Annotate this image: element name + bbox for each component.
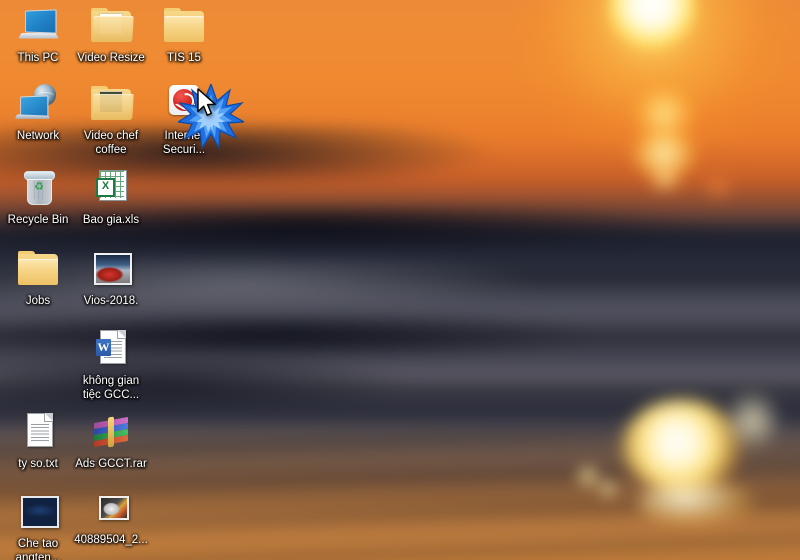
recycle-bin-icon: ♻: [14, 164, 62, 212]
folder-icon: [160, 2, 208, 50]
desktop-icon-label: Jobs: [25, 295, 51, 307]
winrar-archive-icon: [87, 408, 135, 456]
desktop-icon-label: This PC: [17, 52, 59, 64]
desktop-icon-recycle-bin[interactable]: ♻ Recycle Bin: [0, 164, 76, 228]
text-file-icon: [14, 408, 62, 456]
image-thumbnail-icon: [87, 492, 135, 532]
picture-folder-icon: [87, 80, 135, 128]
desktop-icon-label: không gian tiệc GCC...: [82, 375, 140, 401]
folder-icon: [14, 245, 62, 293]
desktop-icon-ty-so-txt[interactable]: ty so.txt: [0, 408, 76, 472]
desktop-icon-label: Recycle Bin: [7, 214, 69, 226]
desktop-icon-label: ty so.txt: [18, 458, 58, 470]
desktop-icon-this-pc[interactable]: This PC: [0, 2, 76, 66]
desktop-icon-tis-15[interactable]: TIS 15: [146, 2, 222, 66]
image-thumbnail-icon: [87, 245, 135, 293]
desktop-icon-video-resize[interactable]: Video Resize: [73, 2, 149, 66]
desktop-icon-network[interactable]: Network: [0, 80, 76, 144]
trend-micro-shield-icon: [160, 80, 208, 128]
desktop-icon-img-40889504[interactable]: 40889504_2...: [73, 492, 149, 548]
desktop-icon-khong-gian-tiec-gcc[interactable]: W không gian tiệc GCC...: [73, 325, 149, 402]
word-file-icon: W: [87, 325, 135, 373]
image-thumbnail-icon: [14, 488, 62, 536]
open-folder-icon: [87, 2, 135, 50]
excel-file-icon: X: [87, 164, 135, 212]
desktop-icon-jobs[interactable]: Jobs: [0, 245, 76, 309]
network-icon: [14, 80, 62, 128]
desktop-icon-label: Vios-2018.: [83, 295, 139, 307]
desktop-icon-label: Video chef coffee: [83, 130, 139, 156]
desktop-icon-label: Che tao angten...: [15, 538, 61, 560]
desktop-root[interactable]: This PC Video Resize TIS 15 Network Vide…: [0, 0, 800, 560]
desktop-icon-label: Internet Securi...: [162, 130, 206, 156]
computer-icon: [14, 2, 62, 50]
desktop-icon-bao-gia-xls[interactable]: X Bao gia.xls: [73, 164, 149, 228]
desktop-icon-label: 40889504_2...: [74, 534, 148, 546]
desktop-icon-label: Network: [16, 130, 60, 142]
desktop-icon-vios-2018[interactable]: Vios-2018.: [73, 245, 149, 309]
desktop-icon-label: TIS 15: [167, 52, 201, 64]
desktop-icon-label: Ads GCCT.rar: [75, 458, 147, 470]
desktop-icon-label: Video Resize: [77, 52, 145, 64]
desktop-icon-internet-security[interactable]: Internet Securi...: [146, 80, 222, 157]
desktop-icon-label: Bao gia.xls: [82, 214, 140, 226]
desktop-icon-video-chef-coffee[interactable]: Video chef coffee: [73, 80, 149, 157]
desktop-icon-ads-gcct-rar[interactable]: Ads GCCT.rar: [73, 408, 149, 472]
desktop-icon-che-tao-angten[interactable]: Che tao angten...: [0, 488, 76, 560]
